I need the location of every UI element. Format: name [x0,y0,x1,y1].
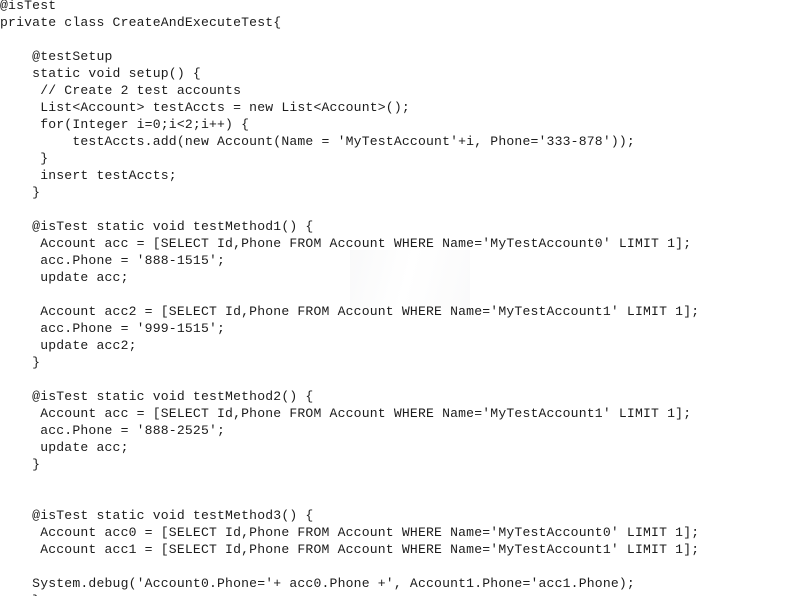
code-line: List<Account> testAccts = new List<Accou… [0,100,410,115]
code-line: Account acc0 = [SELECT Id,Phone FROM Acc… [0,525,700,540]
code-line: Account acc1 = [SELECT Id,Phone FROM Acc… [0,542,700,557]
code-line: } [0,457,41,472]
code-line: Account acc = [SELECT Id,Phone FROM Acco… [0,236,692,251]
code-line: } [0,592,812,596]
code-line: acc.Phone = '888-2525'; [0,423,226,438]
code-listing-surface: @isTest private class CreateAndExecuteTes… [0,0,812,596]
code-line: update acc; [0,270,129,285]
code-line: @isTest static void testMethod1() { [0,219,314,234]
code-line: System.debug('Account0.Phone='+ acc0.Pho… [0,576,635,591]
code-line: } [0,185,41,200]
code-line: acc.Phone = '999-1515'; [0,321,226,336]
code-line: static void setup() { [0,66,201,81]
code-line: @isTest [0,0,57,13]
code-line: } [0,355,41,370]
code-line: @testSetup [0,49,113,64]
code-line: testAccts.add(new Account(Name = 'MyTest… [0,134,635,149]
code-line: } [0,151,49,166]
code-line: Account acc = [SELECT Id,Phone FROM Acco… [0,406,692,421]
code-listing[interactable]: @isTest private class CreateAndExecuteTes… [0,0,812,596]
code-line: @isTest static void testMethod3() { [0,508,314,523]
code-line: insert testAccts; [0,168,177,183]
code-line: @isTest static void testMethod2() { [0,389,314,404]
code-line: // Create 2 test accounts [0,83,242,98]
code-line: for(Integer i=0;i<2;i++) { [0,117,250,132]
code-line: acc.Phone = '888-1515'; [0,253,226,268]
code-line: update acc; [0,440,129,455]
code-line: update acc2; [0,338,137,353]
code-line: Account acc2 = [SELECT Id,Phone FROM Acc… [0,304,700,319]
code-line: private class CreateAndExecuteTest{ [0,15,282,30]
